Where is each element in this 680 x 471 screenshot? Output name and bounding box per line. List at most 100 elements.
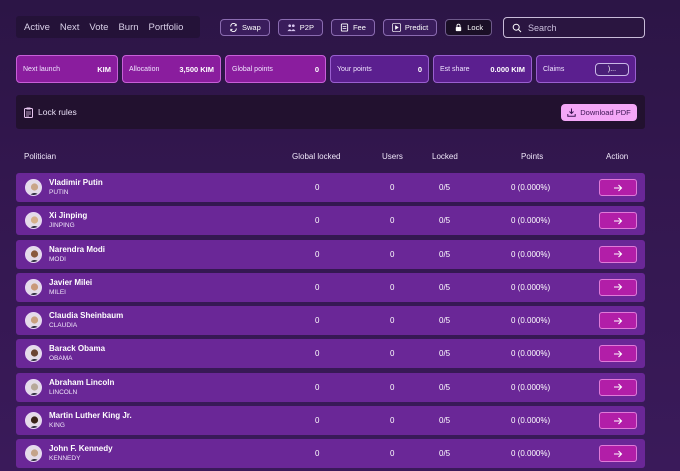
- predict-label: Predict: [404, 23, 429, 32]
- politician-ticker: CLAUDIA: [49, 322, 78, 330]
- politician-ticker: PUTIN: [49, 189, 69, 196]
- row-action-button[interactable]: [599, 378, 637, 396]
- politician-ticker: LINCOLN: [49, 388, 78, 396]
- stat-global-points: Global points 0: [225, 55, 326, 83]
- stat-label: Global points: [232, 65, 273, 73]
- row-action-button[interactable]: [599, 312, 637, 330]
- stat-label: Claims: [543, 65, 565, 73]
- lock-rules-label: Lock rules: [38, 107, 77, 117]
- table-row: Barack Obama OBAMA 0 0 0/5 0 (0.000%): [16, 339, 645, 369]
- tab-portfolio[interactable]: Portfolio: [148, 22, 191, 33]
- politician-ticker: MODI: [49, 255, 66, 263]
- politician-name: Vladimir Putin: [49, 178, 103, 187]
- points-value: 0 (0.000%): [511, 449, 551, 459]
- stat-your-points: Your points 0: [330, 55, 429, 83]
- locked-value: 0/5: [439, 183, 451, 192]
- table-row: Abraham Lincoln LINCOLN 0 0 0/5 0 (0.000…: [16, 372, 645, 402]
- politician-table: Vladimir Putin PUTIN 0 0 0/5 0 (0.000%) …: [16, 173, 645, 471]
- table-row: Xi Jinping JINPING 0 0 0/5 0 (0.000%): [16, 206, 645, 236]
- stat-label: Allocation: [129, 65, 160, 73]
- avatar: [25, 245, 42, 263]
- points-value: 0 (0.000%): [511, 249, 551, 259]
- politician-name: John F. Kennedy: [49, 444, 113, 454]
- tab-active[interactable]: Active: [22, 22, 57, 33]
- politician-ticker: KENNEDY: [49, 455, 81, 463]
- users-value: 0: [390, 282, 395, 292]
- claims-button[interactable]: )...: [595, 62, 629, 76]
- users-value: 0: [390, 316, 395, 326]
- users-value: 0: [390, 449, 395, 459]
- stat-value: 0.000 KIM: [490, 64, 525, 74]
- people-icon: [287, 24, 296, 32]
- predict-button[interactable]: Predict: [382, 19, 438, 36]
- table-row: Narendra Modi MODI 0 0 0/5 0 (0.000%): [16, 239, 645, 269]
- lock-rules-bar: Lock rules Download PDF: [16, 95, 645, 129]
- points-value: 0 (0.000%): [511, 349, 551, 359]
- stats-bar: Next launch KIM Allocation 3,500 KIM Glo…: [16, 55, 636, 83]
- table-row: Javier Milei MILEI 0 0 0/5 0 (0.000%): [16, 272, 645, 302]
- search-icon: [512, 23, 522, 32]
- table-header: Politician Global locked Users Locked Po…: [0, 152, 680, 164]
- search-input[interactable]: [528, 22, 638, 33]
- tab-burn[interactable]: Burn: [117, 22, 145, 33]
- stat-allocation: Allocation 3,500 KIM: [122, 55, 221, 83]
- download-pdf-button[interactable]: Download PDF: [561, 103, 637, 121]
- download-pdf-label: Download PDF: [580, 107, 631, 117]
- col-locked: Locked: [432, 152, 458, 161]
- lock-button[interactable]: Lock: [445, 19, 493, 36]
- users-value: 0: [390, 382, 395, 392]
- table-row: John F. Kennedy KENNEDY 0 0 0/5 0 (0.000…: [16, 439, 645, 469]
- row-action-button[interactable]: [599, 445, 637, 463]
- avatar: [25, 278, 42, 296]
- stat-label: Next launch: [23, 65, 60, 73]
- locked-value: 0/5: [439, 282, 451, 292]
- users-value: 0: [390, 249, 395, 259]
- locked-value: 0/5: [439, 349, 451, 359]
- swap-label: Swap: [242, 23, 261, 32]
- p2p-button[interactable]: P2P: [277, 19, 323, 36]
- stat-est-share: Est share 0.000 KIM: [433, 55, 532, 83]
- swap-icon: [230, 23, 237, 32]
- users-value: 0: [390, 183, 395, 192]
- points-value: 0 (0.000%): [511, 183, 551, 192]
- locked-value: 0/5: [439, 416, 451, 426]
- fee-button[interactable]: Fee: [330, 19, 375, 36]
- row-action-button[interactable]: [599, 412, 637, 430]
- play-icon: [391, 23, 401, 32]
- row-action-button[interactable]: [599, 278, 637, 296]
- arrow-right-icon: [614, 217, 623, 225]
- points-value: 0 (0.000%): [511, 316, 551, 326]
- col-politician: Politician: [24, 152, 57, 161]
- stat-label: Your points: [337, 65, 372, 73]
- users-value: 0: [390, 216, 395, 226]
- clipboard-icon: [24, 107, 33, 118]
- points-value: 0 (0.000%): [511, 282, 551, 292]
- swap-button[interactable]: Swap: [220, 19, 270, 36]
- action-buttons: Swap P2P Fee Predict Lock: [220, 19, 493, 36]
- table-row: Martin Luther King Jr. KING 0 0 0/5 0 (0…: [16, 406, 645, 436]
- politician-name: Barack Obama: [49, 344, 106, 354]
- politician-ticker: OBAMA: [49, 355, 73, 363]
- global-locked-value: 0: [315, 249, 320, 259]
- tab-vote[interactable]: Vote: [88, 22, 115, 33]
- col-action: Action: [606, 152, 629, 161]
- politician-ticker: MILEI: [49, 288, 66, 296]
- receipt-icon: [340, 23, 349, 32]
- arrow-right-icon: [614, 450, 623, 458]
- arrow-right-icon: [614, 250, 623, 258]
- global-locked-value: 0: [315, 183, 320, 192]
- tab-next[interactable]: Next: [59, 22, 87, 33]
- row-action-button[interactable]: [599, 179, 637, 196]
- row-action-button[interactable]: [599, 345, 637, 363]
- stat-next-launch: Next launch KIM: [16, 55, 118, 83]
- lock-rules-toggle[interactable]: Lock rules: [24, 107, 77, 118]
- row-action-button[interactable]: [599, 245, 637, 263]
- col-users: Users: [382, 152, 403, 161]
- avatar: [25, 378, 42, 396]
- politician-name: Martin Luther King Jr.: [49, 411, 132, 421]
- locked-value: 0/5: [439, 249, 451, 259]
- global-locked-value: 0: [315, 449, 320, 459]
- avatar: [25, 312, 42, 330]
- row-action-button[interactable]: [599, 212, 637, 230]
- table-row: Vladimir Putin PUTIN 0 0 0/5 0 (0.000%): [16, 173, 645, 202]
